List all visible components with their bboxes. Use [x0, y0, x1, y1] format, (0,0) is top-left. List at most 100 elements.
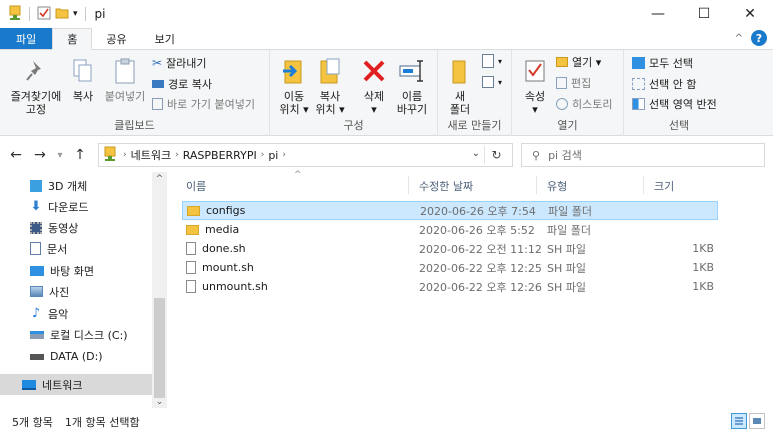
network-icon — [22, 379, 36, 390]
file-icon — [186, 280, 196, 293]
file-row-media[interactable]: media 2020-06-26 오후 5:52 파일 폴더 — [182, 220, 718, 239]
new-folder-quick-icon[interactable] — [55, 7, 69, 22]
rename-label-2: 바꾸기 — [396, 103, 428, 116]
title-bar: ▾ pi — ☐ ✕ — [0, 0, 773, 28]
item-count: 5개 항목 — [12, 415, 53, 429]
column-header-size[interactable]: 크기 — [654, 178, 674, 194]
breadcrumb-network[interactable]: 네트워크 — [131, 147, 171, 163]
file-date: 2020-06-26 오후 5:52 — [419, 223, 535, 237]
breadcrumb-pi[interactable]: pi — [268, 149, 278, 162]
copy-icon — [72, 54, 94, 88]
move-to-label-2: 위치 ▾ — [279, 103, 309, 116]
nav-item-3d-objects[interactable]: 3D 개체 — [0, 175, 152, 196]
column-header-date[interactable]: 수정한 날짜 — [419, 178, 473, 194]
nav-item-documents[interactable]: 문서 — [0, 238, 152, 259]
tab-home[interactable]: 홈 — [52, 28, 93, 50]
select-all-icon — [632, 57, 645, 69]
minimize-button[interactable]: — — [635, 0, 681, 28]
nav-item-local-disk-c[interactable]: 로컬 디스크 (C:) — [0, 324, 152, 345]
pin-to-quick-access-button[interactable]: 즐겨찾기에 고정 — [6, 54, 66, 116]
move-to-button[interactable]: 이동 위치 ▾ — [278, 54, 310, 116]
nav-item-downloads[interactable]: ⬇ 다운로드 — [0, 196, 152, 217]
select-all-button[interactable]: 모두 선택 — [632, 55, 693, 71]
copy-button[interactable]: 복사 — [68, 54, 98, 103]
delete-label-2: ▾ — [371, 103, 377, 116]
select-none-button[interactable]: 선택 안 함 — [632, 76, 696, 92]
rename-button[interactable]: 이름 바꾸기 — [394, 54, 430, 116]
paste-shortcut-button[interactable]: 바로 가기 붙여넣기 — [152, 96, 255, 112]
file-type: SH 파일 — [547, 242, 586, 256]
customize-toolbar-dropdown-icon[interactable]: ▾ — [73, 9, 78, 19]
file-row-mount-sh[interactable]: mount.sh 2020-06-22 오후 12:25 SH 파일 1KB — [182, 258, 718, 277]
properties-button[interactable]: 속성 ▾ — [520, 54, 550, 116]
cut-button[interactable]: ✂ 잘라내기 — [152, 55, 207, 71]
file-type: 파일 폴더 — [547, 223, 591, 237]
open-folder-icon — [556, 57, 568, 67]
scroll-down-icon[interactable]: ⌄ — [152, 397, 167, 407]
file-row-done-sh[interactable]: done.sh 2020-06-22 오전 11:12 SH 파일 1KB — [182, 239, 718, 258]
nav-item-data-d[interactable]: DATA (D:) — [0, 346, 152, 367]
column-header-name[interactable]: 이름 — [186, 178, 206, 194]
address-dropdown-icon[interactable]: ⌄ — [472, 148, 480, 159]
back-arrow-icon[interactable]: ← — [6, 147, 26, 163]
tab-share[interactable]: 공유 — [92, 28, 140, 49]
recent-locations-icon[interactable]: ▾ — [50, 150, 70, 161]
scissors-icon: ✂ — [152, 56, 163, 70]
new-folder-button[interactable]: 새 폴더 — [446, 54, 474, 116]
nav-item-music[interactable]: ♪ 음악 — [0, 303, 152, 324]
copy-to-button[interactable]: 복사 위치 ▾ — [314, 54, 346, 116]
organize-group-label: 구성 — [343, 119, 364, 132]
maximize-button[interactable]: ☐ — [681, 0, 727, 28]
column-header-type[interactable]: 유형 — [547, 178, 567, 194]
nav-item-label: 바탕 화면 — [50, 264, 94, 278]
new-item-button[interactable]: ▾ — [482, 54, 502, 68]
new-folder-icon — [449, 54, 471, 88]
tab-file[interactable]: 파일 — [0, 28, 53, 49]
refresh-icon[interactable]: ↻ — [484, 146, 508, 164]
paste-button[interactable]: 붙여넣기 — [104, 54, 146, 103]
navigation-pane: 3D 개체 ⬇ 다운로드 동영상 문서 바탕 화면 사진 ♪ 음악 로컬 디스크… — [0, 172, 168, 408]
properties-quick-icon[interactable] — [37, 6, 51, 23]
nav-item-network[interactable]: 네트워크 — [0, 374, 152, 395]
cube-3d-icon — [30, 179, 42, 192]
ribbon-tabs: 파일 홈 공유 보기 ^ ? — [0, 28, 773, 50]
close-button[interactable]: ✕ — [727, 0, 773, 28]
edit-button[interactable]: 편집 — [556, 75, 591, 91]
cut-label: 잘라내기 — [166, 57, 207, 70]
file-row-unmount-sh[interactable]: unmount.sh 2020-06-22 오후 12:26 SH 파일 1KB — [182, 277, 718, 296]
file-icon — [186, 261, 196, 274]
help-icon[interactable]: ? — [751, 30, 767, 46]
collapse-ribbon-icon[interactable]: ^ — [735, 33, 743, 44]
nav-item-pictures[interactable]: 사진 — [0, 281, 152, 302]
nav-item-label: DATA (D:) — [50, 350, 103, 363]
nav-item-desktop[interactable]: 바탕 화면 — [0, 260, 152, 281]
open-label: 열기 ▾ — [572, 56, 602, 69]
scroll-up-icon[interactable]: ^ — [152, 174, 167, 184]
search-box[interactable]: ⚲ pi 검색 — [521, 143, 765, 167]
address-bar[interactable]: › 네트워크 › RASPBERRYPI › pi › ⌄ ↻ — [98, 143, 513, 167]
up-arrow-icon[interactable]: ↑ — [70, 147, 90, 163]
nav-item-label: 로컬 디스크 (C:) — [50, 328, 128, 342]
easy-access-button[interactable]: ▾ — [482, 76, 502, 88]
pin-icon — [25, 54, 47, 88]
delete-button[interactable]: 삭제 ▾ — [358, 54, 390, 116]
scrollbar-thumb[interactable] — [154, 298, 165, 398]
properties-label-1: 속성 — [524, 90, 546, 103]
invert-selection-button[interactable]: 선택 영역 반전 — [632, 96, 717, 112]
organize-group: 이동 위치 ▾ 복사 위치 ▾ 삭제 ▾ 이름 바꾸기 구성 — [270, 50, 438, 136]
open-button[interactable]: 열기 ▾ — [556, 54, 601, 70]
nav-item-videos[interactable]: 동영상 — [0, 217, 152, 238]
document-icon — [30, 242, 41, 255]
breadcrumb-raspberrypi[interactable]: RASPBERRYPI — [183, 149, 257, 162]
file-size: 1KB — [692, 261, 714, 274]
file-row-configs[interactable]: configs 2020-06-26 오후 7:54 파일 폴더 — [182, 201, 718, 220]
nav-pane-scrollbar[interactable]: ^ ⌄ — [152, 172, 167, 408]
details-view-icon[interactable] — [731, 413, 747, 429]
tab-view[interactable]: 보기 — [141, 28, 189, 49]
forward-arrow-icon[interactable]: → — [30, 147, 50, 163]
explorer-icon[interactable] — [8, 5, 22, 24]
copy-path-button[interactable]: 경로 복사 — [152, 76, 212, 92]
pin-label-line2: 고정 — [25, 103, 47, 116]
large-icons-view-icon[interactable] — [749, 413, 765, 429]
history-button[interactable]: 히스토리 — [556, 96, 612, 112]
